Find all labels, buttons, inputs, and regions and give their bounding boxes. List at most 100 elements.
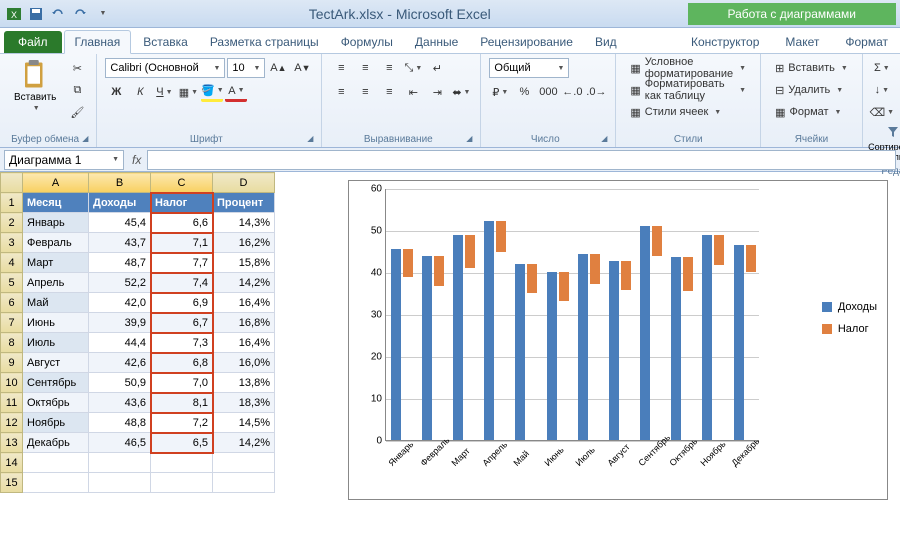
bar-income[interactable] [578,254,588,440]
increase-decimal-icon[interactable]: ←.0 [561,82,583,102]
cell[interactable]: Январь [23,213,89,233]
cell[interactable]: 39,9 [89,313,151,333]
cell-styles-button[interactable]: ▦Стили ячеек▼ [624,102,727,122]
bar-income[interactable] [391,249,401,440]
redo-icon[interactable] [70,4,90,24]
cell[interactable]: 6,6 [151,213,213,233]
comma-icon[interactable]: 000 [537,82,559,102]
conditional-formatting-button[interactable]: ▦Условное форматирование▼ [624,58,752,78]
bar-tax[interactable] [527,264,537,293]
align-top-icon[interactable]: ≡ [330,58,352,78]
wrap-text-icon[interactable]: ↵ [426,58,448,78]
align-right-icon[interactable]: ≡ [378,82,400,102]
cell[interactable]: 14,2% [213,273,275,293]
cell[interactable]: Апрель [23,273,89,293]
bar-tax[interactable] [434,256,444,286]
fill-color-button[interactable]: 🪣▼ [201,82,223,102]
autosum-icon[interactable]: Σ▼ [871,58,893,78]
row-header[interactable]: 14 [1,453,23,473]
format-painter-icon[interactable]: 🖌 [66,102,88,122]
bar-tax[interactable] [465,235,475,267]
cell[interactable]: Сентябрь [23,373,89,393]
cell[interactable]: 48,8 [89,413,151,433]
cell[interactable]: 52,2 [89,273,151,293]
legend-item-income[interactable]: Доходы [822,301,877,313]
cell[interactable]: 43,6 [89,393,151,413]
cell[interactable]: 14,5% [213,413,275,433]
cell[interactable]: 7,3 [151,333,213,353]
number-format-combo[interactable]: Общий▼ [489,58,569,78]
cell[interactable]: Май [23,293,89,313]
cell[interactable]: Ноябрь [23,413,89,433]
qat-dropdown-icon[interactable]: ▼ [92,4,112,24]
font-name-combo[interactable]: Calibri (Основной▼ [105,58,225,78]
file-tab[interactable]: Файл [4,31,62,53]
cell[interactable]: 16,8% [213,313,275,333]
format-cells-button[interactable]: ▦Формат▼ [769,102,847,122]
cell[interactable]: 42,6 [89,353,151,373]
cell[interactable]: 6,8 [151,353,213,373]
home-tab[interactable]: Главная [64,30,132,54]
cell[interactable]: Февраль [23,233,89,253]
bar-income[interactable] [515,264,525,440]
align-left-icon[interactable]: ≡ [330,82,352,102]
cell[interactable]: 6,7 [151,313,213,333]
select-all-corner[interactable] [1,173,23,193]
delete-cells-button[interactable]: ⊟Удалить▼ [769,80,849,100]
bar-income[interactable] [422,256,432,440]
cell[interactable]: 16,4% [213,293,275,313]
cell[interactable]: Июнь [23,313,89,333]
bar-income[interactable] [734,245,744,440]
plot-area[interactable]: 0102030405060ЯнварьФевральМартАпрельМайИ… [385,189,759,441]
bar-tax[interactable] [746,245,756,272]
col-header-a[interactable]: A [23,173,89,193]
cell[interactable]: 42,0 [89,293,151,313]
bar-income[interactable] [453,235,463,440]
decrease-indent-icon[interactable]: ⇤ [402,82,424,102]
bar-tax[interactable] [496,221,506,252]
underline-button[interactable]: Ч▼ [153,82,175,102]
font-launcher-icon[interactable]: ◢ [307,134,313,143]
view-tab[interactable]: Вид [585,31,627,53]
bar-tax[interactable] [403,249,413,277]
clear-icon[interactable]: ⌫▼ [871,102,893,122]
cell[interactable]: Налог [151,193,213,213]
bar-tax[interactable] [652,226,662,255]
bar-tax[interactable] [683,257,693,291]
name-box[interactable]: Диаграмма 1▼ [4,150,124,170]
cell[interactable]: 16,4% [213,333,275,353]
currency-icon[interactable]: ₽▼ [489,82,511,102]
row-header[interactable]: 5 [1,273,23,293]
cell[interactable]: 8,1 [151,393,213,413]
legend-item-tax[interactable]: Налог [822,323,877,335]
cell[interactable]: 16,2% [213,233,275,253]
chart-design-tab[interactable]: Конструктор [679,31,771,53]
cell[interactable]: 13,8% [213,373,275,393]
clipboard-launcher-icon[interactable]: ◢ [82,134,88,143]
alignment-launcher-icon[interactable]: ◢ [466,134,472,143]
cell[interactable]: 7,2 [151,413,213,433]
number-launcher-icon[interactable]: ◢ [601,134,607,143]
cell[interactable]: 46,5 [89,433,151,453]
cell[interactable]: Декабрь [23,433,89,453]
cell[interactable]: 7,4 [151,273,213,293]
bold-button[interactable]: Ж [105,82,127,102]
row-header[interactable]: 11 [1,393,23,413]
row-header[interactable]: 9 [1,353,23,373]
percent-icon[interactable]: % [513,82,535,102]
cell[interactable]: Доходы [89,193,151,213]
bar-tax[interactable] [621,261,631,290]
border-button[interactable]: ▦▼ [177,82,199,102]
row-header[interactable]: 2 [1,213,23,233]
chart-layout-tab[interactable]: Макет [773,31,831,53]
bar-income[interactable] [702,235,712,440]
merge-icon[interactable]: ⬌▼ [450,82,472,102]
align-bottom-icon[interactable]: ≡ [378,58,400,78]
decrease-decimal-icon[interactable]: .0→ [585,82,607,102]
cell[interactable]: 6,5 [151,433,213,453]
embedded-chart[interactable]: 0102030405060ЯнварьФевральМартАпрельМайИ… [348,180,888,500]
save-icon[interactable] [26,4,46,24]
font-size-combo[interactable]: 10▼ [227,58,265,78]
chart-legend[interactable]: Доходы Налог [822,301,877,345]
italic-button[interactable]: К [129,82,151,102]
